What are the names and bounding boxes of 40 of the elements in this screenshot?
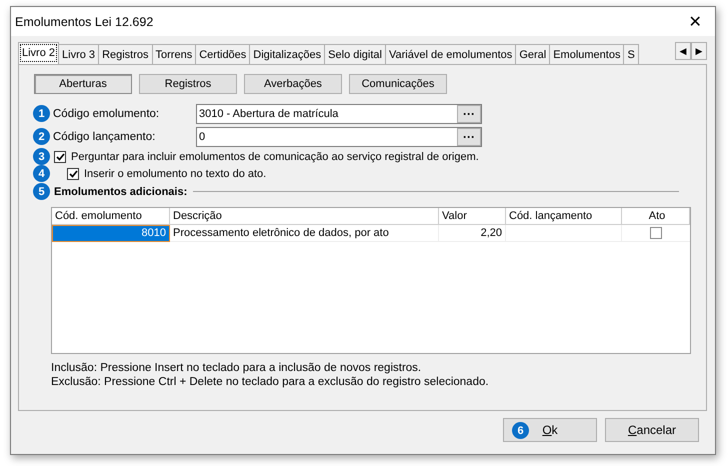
- checkbox[interactable]: [650, 227, 662, 239]
- column-header[interactable]: Ato: [622, 208, 690, 225]
- callout-badge: 6: [512, 422, 529, 439]
- checkbox-label: Inserir o emolumento no texto do ato.: [83, 168, 266, 180]
- subtab-button[interactable]: Aberturas: [34, 74, 132, 94]
- checkbox[interactable]: [54, 150, 66, 162]
- tab-scroll-button[interactable]: ▶: [691, 42, 707, 60]
- dialog-button[interactable]: Cancelar: [605, 418, 699, 442]
- browse-button[interactable]: ···: [457, 128, 481, 146]
- field-label: Código lançamento:: [52, 130, 156, 142]
- callout-badge: 5: [33, 183, 50, 200]
- hint-text: Exclusão: Pressione Ctrl + Delete no teclado para a exclusão do registro selecionado.: [51, 375, 490, 389]
- table-cell: 8010: [52, 225, 170, 242]
- section-title: Emolumentos adicionais:: [53, 186, 188, 198]
- column-header[interactable]: Cód. lançamento: [506, 208, 622, 225]
- column-header[interactable]: Cód. emolumento: [52, 208, 170, 225]
- input-field[interactable]: 3010 - Abertura de matrícula ···: [196, 104, 482, 124]
- callout-badge: 2: [33, 128, 50, 145]
- callout-badge: 1: [33, 105, 50, 122]
- input-field[interactable]: 0 ···: [196, 126, 482, 146]
- table-cell: Processamento eletrônico de dados, por ato: [170, 225, 439, 242]
- subtab-button[interactable]: Comunicações: [349, 74, 447, 94]
- subtab-button[interactable]: Registros: [139, 74, 237, 94]
- column-header[interactable]: Descrição: [170, 208, 439, 225]
- callout-badge: 3: [33, 148, 50, 165]
- field-label: Código emolumento:: [52, 108, 160, 120]
- column-header[interactable]: Valor: [439, 208, 506, 225]
- checkbox-label: Perguntar para incluir emolumentos de comunicação ao serviço registral de origem.: [70, 150, 479, 162]
- browse-button[interactable]: ···: [457, 104, 481, 122]
- tab[interactable]: S: [623, 44, 639, 64]
- window-title: Emolumentos Lei 12.692: [15, 14, 154, 28]
- hint-text: Inclusão: Pressione Insert no teclado para a inclusão de novos registros.: [51, 361, 422, 375]
- checkbox[interactable]: [67, 168, 79, 180]
- table-cell: 2,20: [439, 225, 506, 242]
- callout-badge: 4: [33, 165, 50, 182]
- tab[interactable]: Livro 2: [18, 42, 60, 64]
- close-button[interactable]: ✕: [675, 12, 715, 32]
- subtab-button[interactable]: Averbações: [244, 74, 342, 94]
- tab-scroll-button[interactable]: ◀: [675, 42, 691, 60]
- dialog-button[interactable]: 6 Ok: [503, 418, 597, 442]
